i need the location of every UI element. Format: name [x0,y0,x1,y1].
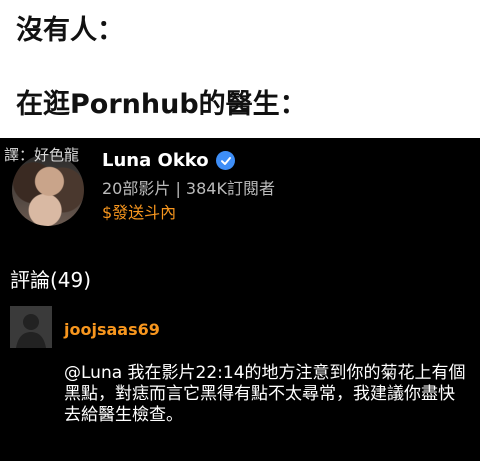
comments-header: 評論(49) [10,268,92,292]
translator-credit: 譯：好色龍 [4,146,80,164]
meme-caption-nobody: 沒有人： [16,15,124,46]
screenshot-panel: 譯：好色龍 Luna Okko 20部影片 | 384K訂閱者 $發送斗內 評論… [0,138,480,461]
verified-check-icon [216,151,235,170]
comment-username[interactable]: joojsaas69 [64,320,160,339]
channel-stats: 20部影片 | 384K訂閱者 [102,179,275,198]
meme-caption-doctor: 在逛Pornhub的醫生： [16,89,307,120]
channel-name[interactable]: Luna Okko [102,150,209,171]
default-avatar-icon[interactable] [10,306,52,348]
comment-text: @Luna 我在影片22:14的地方注意到你的菊花上有個黑點，對痣而言它黑得有點… [64,363,466,425]
send-tip-link[interactable]: $發送斗內 [102,199,176,223]
